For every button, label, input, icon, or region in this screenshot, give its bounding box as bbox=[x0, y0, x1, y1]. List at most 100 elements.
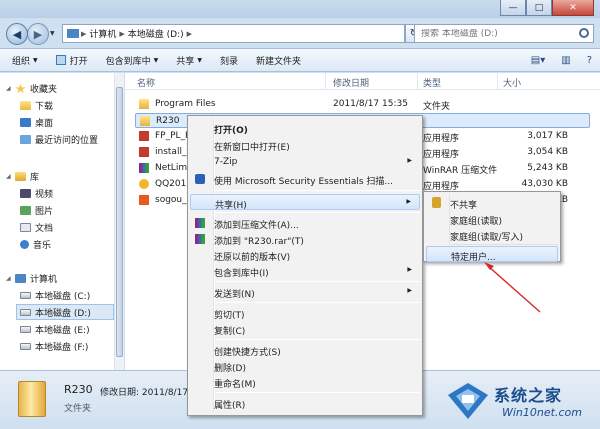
menu-item-share[interactable]: 共享(H) ▶ bbox=[190, 194, 420, 211]
breadcrumb-drive-d[interactable]: 本地磁盘 (D:) bbox=[128, 27, 184, 40]
menu-item-open-new-window[interactable]: 在新窗口中打开(E) bbox=[190, 137, 420, 153]
nav-music[interactable]: 音乐 bbox=[20, 238, 51, 251]
submenu-arrow-icon: ▶ bbox=[406, 198, 411, 205]
organize-label: 组织 bbox=[12, 56, 31, 67]
menu-item-open[interactable]: 打开(O) bbox=[190, 120, 420, 136]
menu-label: 7-Zip bbox=[214, 157, 238, 167]
expand-icon[interactable]: ◢ bbox=[6, 85, 12, 92]
burn-button[interactable]: 刻录 bbox=[220, 54, 238, 67]
folder-preview-icon bbox=[18, 381, 46, 417]
file-size: 3,017 KB bbox=[527, 131, 568, 141]
share-nobody[interactable]: 不共享 bbox=[426, 195, 558, 211]
menu-item-create-shortcut[interactable]: 创建快捷方式(S) bbox=[190, 342, 420, 358]
nav-scrollbar[interactable] bbox=[114, 73, 124, 370]
share-homegroup-readwrite[interactable]: 家庭组(读取/写入) bbox=[426, 227, 558, 243]
menu-label: 属性(R) bbox=[214, 401, 246, 411]
address-chevron-icon[interactable]: ▶ bbox=[81, 30, 86, 38]
nav-libraries[interactable]: ◢ 库 bbox=[6, 170, 39, 183]
scrollbar-thumb[interactable] bbox=[116, 87, 123, 357]
nav-desktop[interactable]: 桌面 bbox=[20, 116, 53, 129]
search-icon[interactable] bbox=[579, 28, 589, 38]
nav-drive-e[interactable]: 本地磁盘 (E:) bbox=[20, 323, 90, 336]
search-input[interactable] bbox=[421, 28, 571, 39]
menu-item-properties[interactable]: 属性(R) bbox=[190, 395, 420, 411]
nav-label: 计算机 bbox=[30, 275, 58, 285]
help-icon[interactable]: ? bbox=[587, 55, 592, 66]
nav-pictures[interactable]: 图片 bbox=[20, 204, 53, 217]
column-divider[interactable] bbox=[497, 73, 498, 90]
nav-downloads[interactable]: 下载 bbox=[20, 99, 53, 112]
music-icon bbox=[20, 240, 29, 249]
expand-icon[interactable]: ◢ bbox=[6, 173, 12, 180]
file-row[interactable]: Program Files 2011/8/17 15:35 文件夹 bbox=[135, 97, 590, 112]
nav-documents[interactable]: 文档 bbox=[20, 221, 53, 234]
computer-address-icon bbox=[67, 29, 79, 38]
include-library-button[interactable]: 包含到库中 ▼ bbox=[106, 54, 159, 67]
back-button[interactable]: ◀ bbox=[6, 23, 28, 45]
nav-drive-c[interactable]: 本地磁盘 (C:) bbox=[20, 289, 90, 302]
nav-label: 本地磁盘 (E:) bbox=[35, 326, 90, 336]
menu-item-7zip[interactable]: 7-Zip ▶ bbox=[190, 154, 420, 170]
menu-item-copy[interactable]: 复制(C) bbox=[190, 321, 420, 337]
application-icon bbox=[139, 131, 149, 141]
address-bar[interactable]: ▶ 计算机 ▶ 本地磁盘 (D:) ▶ bbox=[62, 24, 405, 43]
nav-computer[interactable]: ◢ 计算机 bbox=[6, 272, 57, 285]
winrar-icon bbox=[195, 218, 205, 228]
close-button[interactable]: ✕ bbox=[552, 0, 594, 16]
menu-separator bbox=[216, 281, 420, 282]
file-size: 5,243 KB bbox=[527, 163, 568, 173]
application-icon bbox=[139, 147, 149, 157]
nav-label: 本地磁盘 (C:) bbox=[35, 292, 91, 302]
file-name: R230 bbox=[156, 116, 180, 126]
organize-button[interactable]: 组织 ▼ bbox=[12, 54, 38, 67]
recent-pages-chevron-down-icon[interactable]: ▼ bbox=[50, 30, 55, 37]
menu-item-send-to[interactable]: 发送到(N) ▶ bbox=[190, 284, 420, 300]
search-box[interactable] bbox=[414, 24, 594, 43]
nav-drive-f[interactable]: 本地磁盘 (F:) bbox=[20, 340, 88, 353]
title-bar[interactable]: — □ ✕ bbox=[0, 0, 600, 18]
menu-item-restore[interactable]: 还原以前的版本(V) bbox=[190, 247, 420, 263]
forward-button[interactable]: ▶ bbox=[27, 23, 49, 45]
document-icon bbox=[20, 223, 31, 232]
column-divider[interactable] bbox=[325, 73, 326, 90]
column-size[interactable]: 大小 bbox=[503, 76, 521, 89]
view-options-icon[interactable]: ▤▾ bbox=[531, 55, 545, 66]
arrow-left-icon: ◀ bbox=[12, 27, 22, 41]
nav-favorites[interactable]: ◢ 收藏夹 bbox=[6, 82, 57, 95]
menu-label: 家庭组(读取/写入) bbox=[450, 233, 524, 243]
file-type: WinRAR 压缩文件 bbox=[423, 166, 498, 176]
column-name[interactable]: 名称 bbox=[137, 76, 155, 89]
address-chevron-icon[interactable]: ▶ bbox=[187, 30, 192, 38]
menu-item-add-to-rar[interactable]: 添加到 "R230.rar"(T) bbox=[190, 231, 420, 247]
menu-item-include-library[interactable]: 包含到库中(I) ▶ bbox=[190, 263, 420, 279]
menu-item-mse-scan[interactable]: 使用 Microsoft Security Essentials 扫描... bbox=[190, 171, 420, 187]
submenu-arrow-icon: ▶ bbox=[407, 287, 412, 294]
share-homegroup-read[interactable]: 家庭组(读取) bbox=[426, 211, 558, 227]
menu-label: 在新窗口中打开(E) bbox=[214, 143, 290, 153]
menu-item-rename[interactable]: 重命名(M) bbox=[190, 374, 420, 390]
chevron-down-icon: ▼ bbox=[197, 56, 202, 64]
menu-label: 创建快捷方式(S) bbox=[214, 348, 281, 358]
column-modified[interactable]: 修改日期 bbox=[333, 76, 369, 89]
address-chevron-icon[interactable]: ▶ bbox=[119, 30, 124, 38]
preview-pane-icon[interactable]: ▥ bbox=[561, 55, 570, 66]
column-divider[interactable] bbox=[417, 73, 418, 90]
maximize-button[interactable]: □ bbox=[526, 0, 552, 16]
menu-label: 复制(C) bbox=[214, 327, 246, 337]
new-folder-button[interactable]: 新建文件夹 bbox=[256, 54, 301, 67]
menu-separator bbox=[452, 244, 558, 245]
navigation-pane: ◢ 收藏夹 下载 桌面 最近访问的位置 ◢ 库 视频 图片 文档 音乐 ◢ 计算机 本… bbox=[0, 73, 124, 370]
menu-item-add-archive[interactable]: 添加到压缩文件(A)... bbox=[190, 215, 420, 231]
nav-recent[interactable]: 最近访问的位置 bbox=[20, 133, 98, 146]
menu-item-cut[interactable]: 剪切(T) bbox=[190, 305, 420, 321]
column-type[interactable]: 类型 bbox=[423, 76, 441, 89]
nav-videos[interactable]: 视频 bbox=[20, 187, 53, 200]
breadcrumb-computer[interactable]: 计算机 bbox=[89, 27, 116, 40]
share-button[interactable]: 共享 ▼ bbox=[176, 54, 202, 67]
minimize-button[interactable]: — bbox=[500, 0, 526, 16]
nav-drive-d[interactable]: 本地磁盘 (D:) bbox=[16, 304, 114, 320]
nav-label: 桌面 bbox=[35, 119, 54, 129]
menu-item-delete[interactable]: 删除(D) bbox=[190, 358, 420, 374]
open-button[interactable]: 打开 bbox=[55, 54, 88, 67]
expand-icon[interactable]: ◢ bbox=[6, 275, 12, 282]
